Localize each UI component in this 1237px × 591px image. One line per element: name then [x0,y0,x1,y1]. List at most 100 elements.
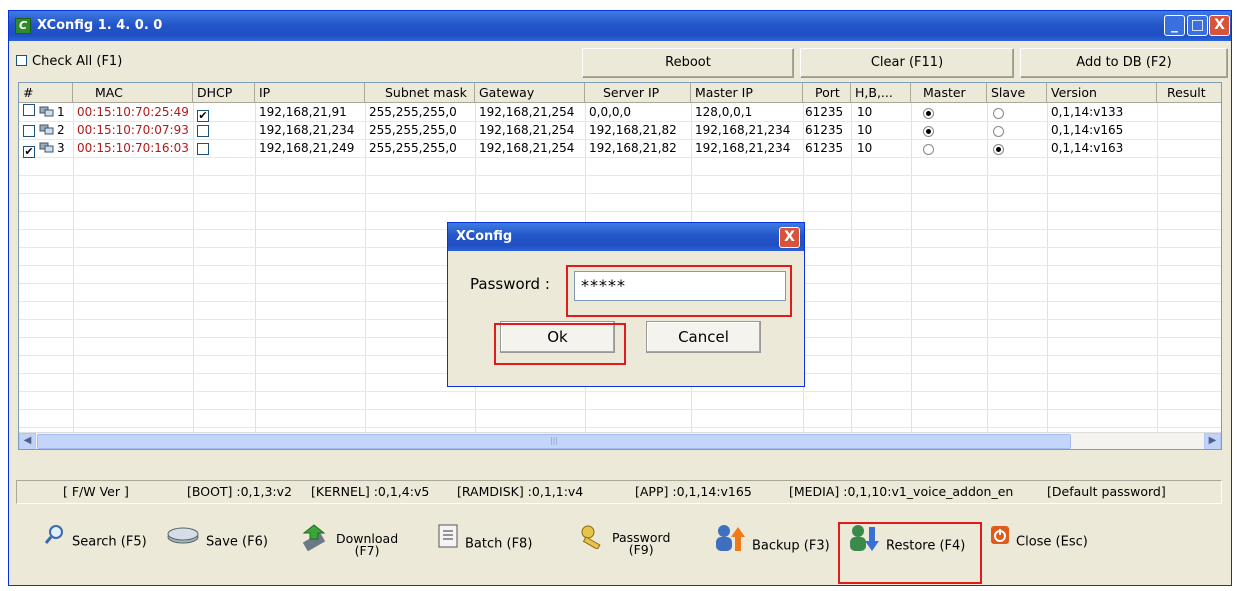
password-button[interactable]: Password (F9) [578,523,670,561]
check-all-label: Check All (F1) [32,54,123,69]
grid-line [19,391,1221,392]
search-label: Search (F5) [72,534,147,550]
batch-label: Batch (F8) [465,536,533,552]
master-radio[interactable] [923,142,934,160]
scroll-thumb[interactable]: ||| [37,434,1071,449]
cancel-button[interactable]: Cancel [646,321,761,353]
app-icon: C [15,18,31,34]
reboot-button[interactable]: Reboot [582,48,794,78]
ip-address: 192,168,21,249 [259,141,355,155]
kernel-version: [KERNEL] :0,1,4:v5 [311,484,430,499]
server-ip: 0,0,0,0 [589,105,631,119]
check-all-checkbox[interactable]: Check All (F1) [16,54,122,69]
batch-button[interactable]: Batch (F8) [437,523,532,561]
password-dialog: XConfig X Password : ***** Ok Cancel [447,222,805,387]
col-header-subnet[interactable]: Subnet mask [365,83,475,103]
download-label-line2: (F7) [354,543,380,558]
close-window-button[interactable]: X [1209,15,1230,36]
password-label: Password : [470,275,550,293]
col-header-mac[interactable]: MAC [73,83,193,103]
col-header-port[interactable]: Port [803,83,851,103]
password-label: Password (F9) [612,531,670,556]
port: 61235 [805,123,844,137]
close-label: Close (Esc) [1016,534,1088,550]
version: 0,1,14:v133 [1051,105,1124,119]
subnet-mask: 255,255,255,0 [369,123,457,137]
add-to-db-button[interactable]: Add to DB (F2) [1020,48,1228,78]
server-ip: 192,168,21,82 [589,141,677,155]
gateway: 192,168,21,254 [479,105,575,119]
password-highlight-box [566,265,792,317]
col-header-ip[interactable]: IP [255,83,365,103]
dialog-title[interactable]: XConfig [448,223,804,251]
check-all-box[interactable] [16,55,27,66]
slave-radio[interactable] [993,142,1004,160]
mac-address: 00:15:10:70:07:93 [77,123,189,137]
col-header-result[interactable]: Result [1157,83,1221,103]
download-icon [300,523,330,567]
master-ip: 128,0,0,1 [695,105,753,119]
backup-icon [714,523,746,569]
row-number: 1 [57,105,65,119]
backup-button[interactable]: Backup (F3) [714,523,830,561]
master-ip: 192,168,21,234 [695,123,791,137]
row-checkbox[interactable]: ✔ [23,142,35,160]
table-row[interactable]: 2 00:15:10:70:07:93 192,168,21,234 255,2… [19,121,1221,139]
search-button[interactable]: Search (F5) [44,523,147,561]
horizontal-scrollbar[interactable]: ◀ ||| ▶ [19,432,1221,449]
row-checkbox[interactable] [23,103,35,121]
col-header-master[interactable]: Master [911,83,987,103]
restore-highlight-box [838,522,982,584]
server-ip: 192,168,21,82 [589,123,677,137]
port: 61235 [805,141,844,155]
dhcp-checkbox[interactable] [197,142,209,160]
table-row[interactable]: 1 00:15:10:70:25:49 ✔ 192,168,21,91 255,… [19,103,1221,122]
network-node-icon [39,121,55,139]
close-button[interactable]: Close (Esc) [990,523,1088,561]
title-bar[interactable]: C XConfig 1. 4. 0. 0 _ □ X [9,11,1231,41]
hb-value: 10 [857,123,873,137]
table-header: # MAC DHCP IP Subnet mask Gateway Server… [19,83,1221,103]
media-version: [MEDIA] :0,1,10:v1_voice_addon_en [789,484,1014,499]
scroll-left-icon[interactable]: ◀ [19,433,36,449]
port: 61235 [805,105,844,119]
ramdisk-version: [RAMDISK] :0,1,1:v4 [457,484,584,499]
clear-button[interactable]: Clear (F11) [800,48,1014,78]
col-header-gateway[interactable]: Gateway [475,83,585,103]
version: 0,1,14:v163 [1051,141,1124,155]
col-header-master-ip[interactable]: Master IP [691,83,803,103]
master-ip: 192,168,21,234 [695,141,791,155]
dialog-close-button[interactable]: X [779,227,800,248]
table-row[interactable]: ✔ 3 00:15:10:70:16:03 192,168,21,249 255… [19,139,1221,160]
col-header-hb[interactable]: H,B,... [851,83,911,103]
download-button[interactable]: Download (F7) [300,523,398,561]
gateway: 192,168,21,254 [479,123,575,137]
drive-icon [166,523,200,561]
mac-address: 00:15:10:70:16:03 [77,141,189,155]
fw-ver-label: [ F/W Ver ] [63,484,129,499]
col-header-dhcp[interactable]: DHCP [193,83,255,103]
mac-address: 00:15:10:70:25:49 [77,105,189,119]
col-header-version[interactable]: Version [1047,83,1157,103]
save-label: Save (F6) [206,534,268,550]
maximize-button[interactable]: □ [1187,15,1208,36]
key-icon [578,523,606,565]
version: 0,1,14:v165 [1051,123,1124,137]
network-node-icon [39,103,55,121]
col-header-num[interactable]: # [19,83,73,103]
app-version: [APP] :0,1,14:v165 [635,484,752,499]
col-header-slave[interactable]: Slave [987,83,1047,103]
grid-line [19,175,1221,176]
grid-line [19,409,1221,410]
save-button[interactable]: Save (F6) [166,523,268,561]
batch-icon [437,523,459,565]
ip-address: 192,168,21,234 [259,123,355,137]
search-icon [44,523,66,561]
ip-address: 192,168,21,91 [259,105,347,119]
scroll-right-icon[interactable]: ▶ [1204,433,1221,449]
grid-line [19,193,1221,194]
row-number: 2 [57,123,65,137]
col-header-server-ip[interactable]: Server IP [585,83,691,103]
hb-value: 10 [857,141,873,155]
minimize-button[interactable]: _ [1164,15,1185,36]
